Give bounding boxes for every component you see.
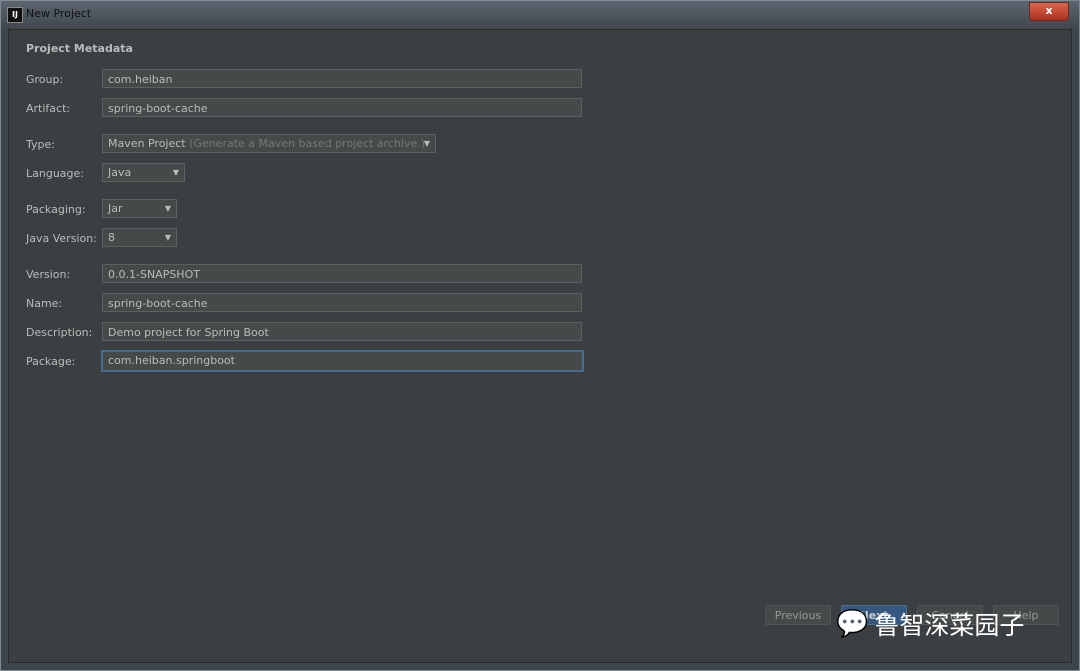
chevron-down-icon: ▼ — [164, 204, 171, 213]
type-select[interactable]: Maven Project (Generate a Maven based pr… — [102, 134, 436, 153]
package-input[interactable]: com.heiban.springboot — [101, 350, 584, 372]
packaging-label: Packaging: — [26, 203, 86, 216]
name-input[interactable]: spring-boot-cache — [102, 293, 582, 312]
language-label: Language: — [26, 167, 84, 180]
java-version-label: Java Version: — [26, 232, 97, 245]
language-value: Java — [108, 166, 132, 179]
language-select[interactable]: Java ▼ — [102, 163, 185, 182]
packaging-select[interactable]: Jar ▼ — [102, 199, 177, 218]
artifact-input[interactable]: spring-boot-cache — [102, 98, 582, 117]
watermark-text: 鲁智深菜园子 — [874, 611, 1025, 640]
description-label: Description: — [26, 326, 93, 339]
artifact-label: Artifact: — [26, 102, 71, 115]
description-input[interactable]: Demo project for Spring Boot — [102, 322, 582, 341]
java-version-select[interactable]: 8 ▼ — [102, 228, 177, 247]
previous-button[interactable]: Previous — [765, 605, 831, 625]
name-label: Name: — [26, 297, 63, 310]
packaging-value: Jar — [108, 202, 123, 215]
group-label: Group: — [26, 73, 64, 86]
type-value: Maven Project — [108, 137, 186, 150]
title-bar: IJ New Project x — [1, 1, 1079, 27]
content-panel: Project Metadata Group: com.heiban Artif… — [8, 29, 1072, 663]
section-title: Project Metadata — [26, 42, 133, 55]
type-hint: (Generate a Maven based project archive.… — [189, 137, 426, 150]
chevron-down-icon: ▼ — [423, 139, 430, 148]
watermark: 💬 鲁智深菜园子 — [836, 606, 1024, 642]
wechat-icon: 💬 — [836, 609, 869, 639]
version-input[interactable]: 0.0.1-SNAPSHOT — [102, 264, 582, 283]
version-label: Version: — [26, 268, 71, 281]
new-project-window: IJ New Project x Project Metadata Group:… — [0, 0, 1080, 671]
intellij-icon: IJ — [7, 7, 23, 23]
type-label: Type: — [26, 138, 55, 151]
chevron-down-icon: ▼ — [164, 233, 171, 242]
window-title: New Project — [26, 7, 92, 20]
java-version-value: 8 — [108, 231, 115, 244]
group-input[interactable]: com.heiban — [102, 69, 582, 88]
close-button[interactable]: x — [1029, 2, 1069, 21]
package-label: Package: — [26, 355, 76, 368]
chevron-down-icon: ▼ — [172, 168, 179, 177]
